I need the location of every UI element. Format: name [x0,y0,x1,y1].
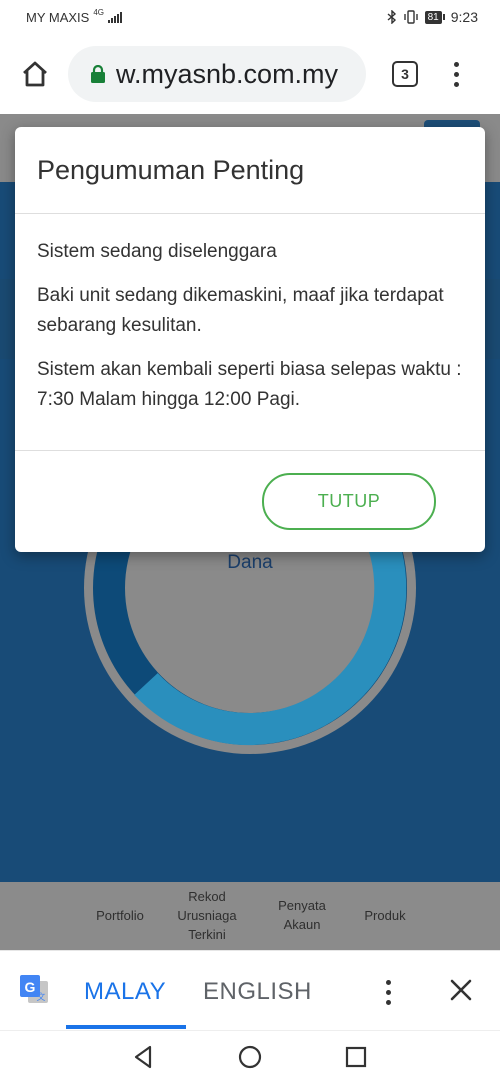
nav-item-rekod-urusniaga[interactable]: Rekod Urusniaga Terkini [166,887,248,944]
fund-label: Dana [227,552,273,573]
tab-switcher-button[interactable]: 3 [392,61,418,87]
more-vert-icon [385,979,391,985]
carrier-name: MY MAXIS [26,9,90,25]
battery-icon: 81 [424,10,445,24]
home-icon [23,61,47,87]
svg-text:文: 文 [36,991,45,1003]
page-bottom-nav: Portfolio Rekod Urusniaga Terkini Penyat… [0,882,500,950]
nav-item-penyata-akaun[interactable]: Penyata Akaun [262,896,342,934]
signal-icon [108,11,123,23]
close-button[interactable]: TUTUP [262,473,436,530]
back-icon[interactable] [130,1043,158,1071]
home-button[interactable] [18,57,52,91]
recents-icon[interactable] [342,1043,370,1071]
vibrate-icon [403,10,418,24]
status-bar: MY MAXIS 4G 81 9:23 [0,0,500,34]
language-tab-malay[interactable]: MALAY [84,978,166,1006]
dialog-message: Baki unit sedang dikemaskini, maaf jika … [37,285,444,336]
nav-item-produk[interactable]: Produk [350,906,420,925]
language-tab-english[interactable]: ENGLISH [203,978,312,1006]
announcement-dialog: Pengumuman Penting Sistem sedang diselen… [15,127,485,552]
divider [15,450,485,451]
system-nav-bar [0,1030,500,1084]
translate-options-button[interactable] [381,977,395,1007]
browser-menu-button[interactable] [448,59,464,89]
url-text: w.myasnb.com.my [116,58,339,89]
battery-level: 81 [424,10,442,24]
dialog-message: Sistem akan kembali seperti biasa selepa… [37,359,462,410]
translate-bar: G 文 MALAY ENGLISH [0,950,500,1030]
close-icon[interactable] [446,975,476,1005]
more-vert-icon [453,61,459,67]
dialog-body: Sistem sedang diselenggara Baki unit sed… [37,237,467,429]
clock: 9:23 [450,9,478,25]
address-bar[interactable]: w.myasnb.com.my [68,46,366,102]
dialog-message: Sistem sedang diselenggara [37,241,277,262]
active-tab-indicator [66,1025,186,1029]
dialog-title: Pengumuman Penting [37,155,305,185]
bluetooth-icon [387,10,396,24]
svg-text:G: G [25,979,36,995]
divider [15,213,485,214]
google-translate-icon: G 文 [20,975,48,1003]
home-nav-icon[interactable] [236,1043,264,1071]
browser-toolbar: w.myasnb.com.my 3 [0,34,500,114]
nav-item-portfolio[interactable]: Portfolio [80,906,160,925]
network-type: 4G [93,7,105,17]
lock-icon [91,65,105,83]
